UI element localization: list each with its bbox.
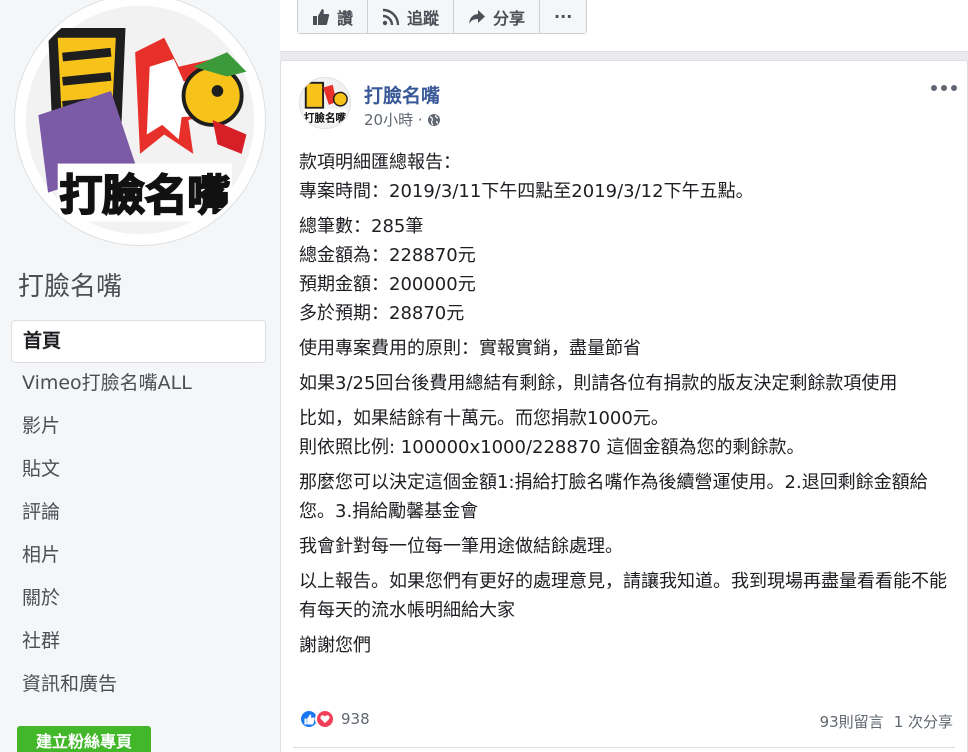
- post-paragraph: 如果3/25回台後費用總結有剩餘，則請各位有捐款的版友決定剩餘款項使用: [299, 373, 898, 394]
- nav-item-videos[interactable]: 影片: [11, 406, 266, 449]
- post-body: 款項明細匯總報告： 專案時間：2019/3/11下午四點至2019/3/12下午…: [299, 148, 959, 666]
- share-label: 分享: [493, 8, 526, 28]
- share-count[interactable]: 1 次分享: [894, 711, 953, 732]
- reaction-count: 938: [341, 710, 370, 728]
- comment-count[interactable]: 93則留言: [820, 711, 884, 732]
- post-paragraph: 款項明細匯總報告： 專案時間：2019/3/11下午四點至2019/3/12下午…: [299, 152, 754, 202]
- post-timestamp[interactable]: 20小時 ·: [364, 109, 441, 130]
- follow-label: 追蹤: [407, 8, 440, 28]
- post-author-name[interactable]: 打臉名嘴: [364, 81, 440, 108]
- like-page-button[interactable]: 讚: [298, 0, 369, 33]
- post-paragraph: 總筆數：285筆 總金額為：228870元 預期金額：200000元 多於預期：…: [299, 216, 476, 324]
- rss-icon: [382, 8, 400, 26]
- share-page-button[interactable]: 分享: [454, 0, 541, 33]
- like-label: 讚: [337, 8, 354, 28]
- action-buttons: 讚 追蹤 分享 ···: [297, 0, 588, 34]
- page-nav: 首頁 Vimeo打臉名嘴ALL 影片 貼文 評論 相片 關於 社群 資訊和廣告: [11, 320, 266, 707]
- post-paragraph: 比如，如果結餘有十萬元。而您捐款1000元。 則依照比例: 100000x100…: [299, 408, 805, 458]
- share-arrow-icon: [468, 8, 486, 26]
- love-reaction-icon: [315, 709, 335, 729]
- page-action-bar: 讚 追蹤 分享 ···: [280, 0, 968, 52]
- svg-text:打臉名嘴: 打臉名嘴: [60, 171, 230, 221]
- divider: [293, 747, 955, 748]
- post-paragraph: 我會針對每一位每一筆用途做結餘處理。: [299, 536, 623, 557]
- post-author-avatar[interactable]: 打臉名嘴: [299, 77, 351, 129]
- page-title: 打臉名嘴: [18, 272, 123, 302]
- post-paragraph: 以上報告。如果您們有更好的處理意見，請讓我知道。我到現場再盡量看看能不能有每天的…: [299, 571, 947, 621]
- more-actions-button[interactable]: ···: [540, 0, 587, 33]
- create-page-button[interactable]: 建立粉絲專頁: [17, 726, 151, 752]
- more-dots-icon[interactable]: [931, 81, 957, 95]
- post-time: 20小時 ·: [364, 111, 423, 129]
- nav-item-photos[interactable]: 相片: [11, 535, 266, 578]
- svg-text:打臉名嘴: 打臉名嘴: [304, 111, 347, 124]
- nav-item-home[interactable]: 首頁: [11, 320, 266, 363]
- separator: [280, 52, 968, 60]
- page-profile-picture[interactable]: 打臉名嘴: [15, 0, 265, 245]
- globe-icon: [427, 113, 441, 127]
- thumbs-up-icon: [312, 8, 330, 26]
- post-stats: 93則留言 1 次分享: [820, 711, 953, 732]
- left-column: 打臉名嘴 打臉名嘴 首頁 Vimeo打臉名嘴ALL 影片 貼文 評論 相片 關於…: [0, 0, 280, 752]
- reaction-summary[interactable]: 938: [299, 709, 370, 729]
- post-paragraph: 那麼您可以決定這個金額1:捐給打臉名嘴作為後續營運使用。2.退回剩餘金額給您。3…: [299, 472, 928, 522]
- follow-page-button[interactable]: 追蹤: [368, 0, 455, 33]
- nav-item-info-ads[interactable]: 資訊和廣告: [11, 664, 266, 707]
- nav-item-about[interactable]: 關於: [11, 578, 266, 621]
- post-paragraph: 謝謝您們: [299, 635, 371, 656]
- feed-post: 打臉名嘴 打臉名嘴 20小時 · 款項明細匯總報告： 專案時間：2019/3/1…: [280, 60, 968, 752]
- nav-item-vimeo[interactable]: Vimeo打臉名嘴ALL: [11, 363, 266, 406]
- post-paragraph: 使用專案費用的原則：實報實銷，盡量節省: [299, 338, 641, 359]
- nav-item-reviews[interactable]: 評論: [11, 492, 266, 535]
- nav-item-posts[interactable]: 貼文: [11, 449, 266, 492]
- more-label: ···: [554, 7, 573, 26]
- nav-item-community[interactable]: 社群: [11, 621, 266, 664]
